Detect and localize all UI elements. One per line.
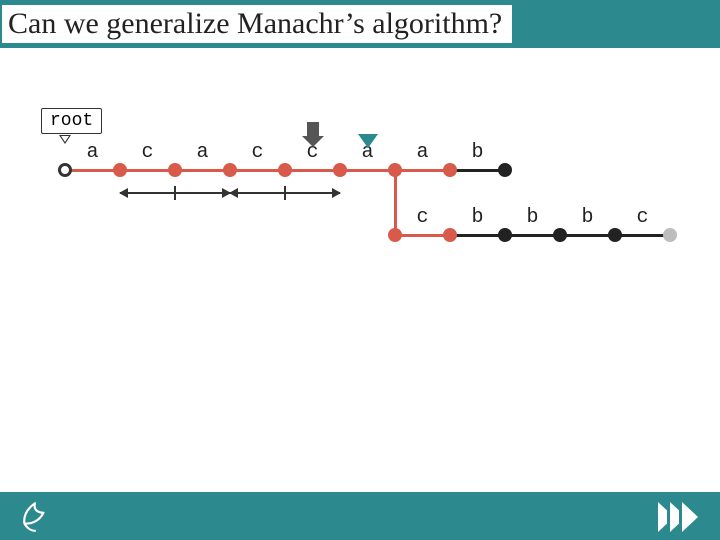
row1-char: c (141, 141, 153, 164)
slide-title: Can we generalize Manachr’s algorithm? (2, 5, 512, 43)
row2-char: c (636, 206, 648, 229)
row2-char: b (526, 206, 538, 229)
row1-node (278, 163, 292, 177)
row1-node (58, 163, 72, 177)
root-label: root (41, 108, 102, 134)
row1-char: c (251, 141, 263, 164)
drop-edge (394, 170, 397, 235)
footer-bar (0, 492, 720, 540)
row2-edge (615, 234, 670, 237)
row1-edge (65, 169, 120, 172)
diagram-area: rootacaccaabcbbbc (0, 48, 720, 492)
row2-node (498, 228, 512, 242)
row2-edge (505, 234, 560, 237)
range-arrow (120, 192, 230, 194)
row1-edge (450, 169, 505, 172)
leaf-icon (18, 500, 52, 534)
row1-char: a (416, 141, 428, 164)
row2-node (663, 228, 677, 242)
row1-node (333, 163, 347, 177)
row2-char: b (581, 206, 593, 229)
row2-node (553, 228, 567, 242)
row1-char: a (196, 141, 208, 164)
current-pointer-icon (307, 122, 319, 136)
row2-edge (560, 234, 615, 237)
row2-node (443, 228, 457, 242)
row1-edge (175, 169, 230, 172)
row2-char: b (471, 206, 483, 229)
row1-edge (285, 169, 340, 172)
row1-edge (120, 169, 175, 172)
row1-node (113, 163, 127, 177)
range-arrow (230, 192, 340, 194)
title-bar: Can we generalize Manachr’s algorithm? (0, 0, 720, 48)
row1-node (443, 163, 457, 177)
row1-node (498, 163, 512, 177)
row1-edge (340, 169, 395, 172)
row1-node (168, 163, 182, 177)
row2-node (608, 228, 622, 242)
triangle-marker-icon (358, 134, 378, 148)
row1-edge (230, 169, 285, 172)
root-pointer-icon (59, 135, 71, 144)
row1-char: b (471, 141, 483, 164)
row2-edge (450, 234, 505, 237)
row2-edge (395, 234, 450, 237)
row1-node (223, 163, 237, 177)
row1-edge (395, 169, 450, 172)
chevrons-icon[interactable] (662, 502, 698, 532)
row2-char: c (416, 206, 428, 229)
row1-char: a (86, 141, 98, 164)
